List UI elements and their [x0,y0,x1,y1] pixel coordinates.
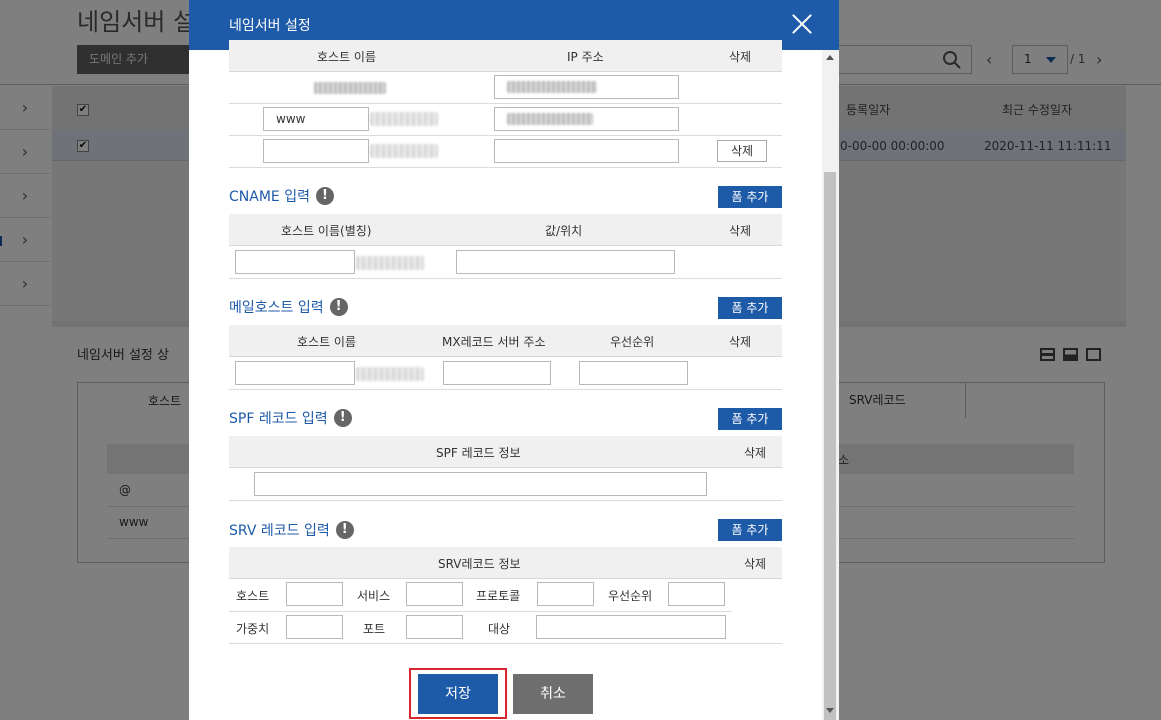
divider [229,611,732,612]
col-host-alias: 호스트 이름(별칭) [281,224,372,238]
ip-value-redacted [507,113,593,125]
spf-title-text: SPF 레코드 입력 [229,411,328,427]
srv-service-label: 서비스 [357,589,391,603]
mail-priority-field[interactable] [579,361,688,385]
cname-header: 호스트 이름(별칭) 값/위치 삭제 [229,214,782,246]
srv-add-form-button[interactable]: 폼 추가 [718,519,782,541]
col-srv-info: SRV레코드 정보 [438,557,521,571]
srv-service-field[interactable] [406,582,463,606]
srv-weight-label: 가중치 [236,622,270,636]
srv-title-text: SRV 레코드 입력 [229,523,330,539]
scroll-thumb[interactable] [824,172,836,720]
domain-suffix [356,256,424,270]
mail-host-field[interactable] [235,361,355,385]
info-icon[interactable]: ! [329,298,348,316]
info-icon[interactable]: ! [315,187,334,205]
spf-section-title: SPF 레코드 입력 ! [229,408,352,428]
srv-host-field[interactable] [286,582,343,606]
col-mx: MX레코드 서버 주소 [442,335,546,349]
spf-header: SPF 레코드 정보 삭제 [229,436,782,468]
col-delete: 삭제 [729,50,752,64]
spf-info-field[interactable] [254,472,707,496]
col-host: 호스트 이름 [297,335,357,349]
srv-port-field[interactable] [406,615,463,639]
info-icon[interactable]: ! [335,521,354,539]
spf-add-form-button[interactable]: 폼 추가 [718,408,782,430]
delete-row-button[interactable]: 삭제 [717,140,767,162]
srv-target-field[interactable] [536,615,726,639]
domain-suffix [356,367,424,381]
modal-scrollbar[interactable] [822,50,839,720]
cname-section-title: CNAME 입력 ! [229,186,334,206]
domain-suffix [370,112,438,126]
cname-add-form-button[interactable]: 폼 추가 [718,186,782,208]
col-delete: 삭제 [744,557,767,571]
a-record-header: 호스트 이름 IP 주소 삭제 [229,40,782,72]
domain-suffix [370,144,438,158]
col-value: 값/위치 [545,224,583,238]
col-host: 호스트 이름 [317,50,377,64]
col-delete: 삭제 [729,335,752,349]
srv-header: SRV레코드 정보 삭제 [229,547,782,579]
host-field[interactable]: www [263,107,369,131]
srv-section-title: SRV 레코드 입력 ! [229,520,354,540]
scroll-down-icon[interactable] [826,708,834,713]
mail-section-title: 메일호스트 입력 ! [229,297,348,317]
divider [229,643,782,644]
nameserver-settings-modal: 네임서버 설정 호스트 이름 IP 주소 삭제 www 삭제 CNAME 입력 … [189,0,839,720]
ip-field[interactable] [494,139,679,163]
srv-priority-field[interactable] [668,582,725,606]
srv-weight-field[interactable] [286,615,343,639]
srv-protocol-label: 프로토콜 [476,589,521,603]
mail-add-form-button[interactable]: 폼 추가 [718,297,782,319]
host-value-redacted [314,82,386,94]
col-ip: IP 주소 [567,50,604,64]
srv-host-label: 호스트 [236,589,270,603]
ip-value-redacted [507,81,597,93]
mx-server-field[interactable] [443,361,551,385]
col-priority: 우선순위 [610,335,655,349]
scroll-up-icon[interactable] [826,55,834,60]
srv-port-label: 포트 [363,622,386,636]
save-button[interactable]: 저장 [418,674,498,714]
mail-header: 호스트 이름 MX레코드 서버 주소 우선순위 삭제 [229,325,782,357]
mail-title-text: 메일호스트 입력 [229,300,324,316]
cname-title-text: CNAME 입력 [229,189,310,205]
srv-protocol-field[interactable] [537,582,594,606]
srv-priority-label: 우선순위 [608,589,653,603]
col-spf-info: SPF 레코드 정보 [436,446,521,460]
cname-host-field[interactable] [235,250,355,274]
host-field[interactable] [263,139,369,163]
cname-value-field[interactable] [456,250,675,274]
col-delete: 삭제 [744,446,767,460]
modal-title: 네임서버 설정 [229,18,311,34]
col-delete: 삭제 [729,224,752,238]
close-icon[interactable] [790,12,814,36]
info-icon[interactable]: ! [333,409,352,427]
cancel-button[interactable]: 취소 [513,674,593,714]
srv-target-label: 대상 [488,622,511,636]
